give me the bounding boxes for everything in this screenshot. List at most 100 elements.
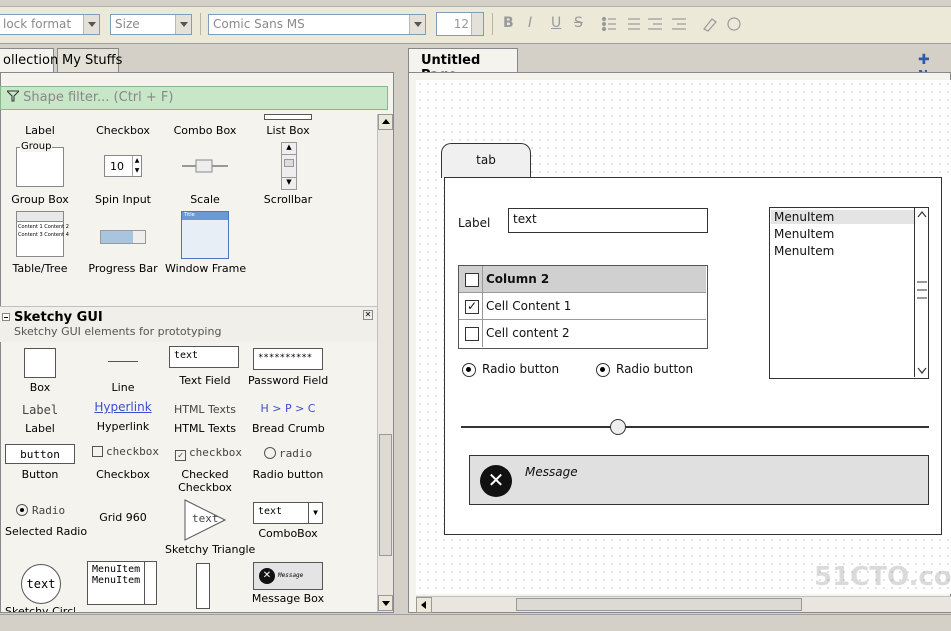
collapse-icon[interactable]: [2, 313, 10, 321]
tab-my-stuffs[interactable]: My Stuffs: [57, 48, 122, 72]
message-box-sample: Message: [278, 572, 304, 579]
italic-button[interactable]: I: [528, 15, 532, 31]
table-row[interactable]: Cell content 2: [459, 320, 706, 347]
sketchy-circle-shape[interactable]: text: [21, 564, 61, 604]
table-tree-shape[interactable]: Content 1 Content 2 Content 3 Content 4: [16, 211, 69, 257]
close-circle-icon: ✕: [259, 568, 275, 584]
window-frame-shape[interactable]: Title: [181, 211, 229, 259]
tab-untitled-page[interactable]: Untitled Page: [408, 48, 518, 83]
mock-radio-2[interactable]: Radio button: [596, 362, 716, 378]
sketchy-gui-section-header[interactable]: Sketchy GUI Sketchy GUI elements for pro…: [0, 306, 377, 342]
sketchy-radio-shape[interactable]: radio: [264, 447, 312, 460]
mock-label[interactable]: Label: [458, 216, 490, 230]
scrollbar-shape[interactable]: ▲ ▼: [281, 142, 297, 190]
shape-label-selected-radio: Selected Radio: [5, 525, 88, 538]
column-divider: [482, 266, 483, 347]
mock-radio-1[interactable]: Radio button: [462, 362, 582, 378]
scroll-thumb[interactable]: [516, 598, 802, 611]
close-icon[interactable]: ✕: [363, 310, 373, 320]
menu-list-scrollbar[interactable]: [914, 208, 928, 377]
sketchy-selected-radio-shape[interactable]: Radio: [16, 504, 65, 517]
section-title: Sketchy GUI: [14, 310, 103, 325]
table-cell: Content 1: [18, 224, 43, 230]
menu-item[interactable]: MenuItem: [774, 227, 834, 241]
scroll-down-icon[interactable]: [378, 595, 393, 611]
tab-collections[interactable]: ollections: [0, 48, 65, 72]
close-circle-icon[interactable]: ✕: [480, 465, 512, 497]
table-row[interactable]: ✓ Cell Content 1: [459, 293, 706, 320]
sketchy-button-shape[interactable]: button: [5, 444, 75, 464]
sketchy-password-field-shape[interactable]: **********: [253, 348, 323, 370]
shape-label-radio-button: Radio button: [252, 468, 324, 481]
font-value: Comic Sans MS: [213, 17, 305, 31]
shape-label-html-texts: HTML Texts: [173, 422, 237, 435]
mock-slider-track[interactable]: [461, 426, 929, 428]
shape-label-line: Line: [111, 381, 135, 394]
mock-text-value: text: [513, 212, 537, 226]
size-value: Size: [115, 17, 140, 31]
size-select[interactable]: Size: [110, 14, 192, 35]
font-size-spinner[interactable]: 12: [436, 12, 484, 36]
bold-button[interactable]: B: [503, 15, 514, 31]
checkbox-icon[interactable]: [465, 327, 479, 341]
menu-item[interactable]: MenuItem: [774, 244, 834, 258]
watermark: 51CTO.com: [814, 562, 951, 592]
radio-label: Radio button: [616, 362, 694, 376]
sketchy-line-shape[interactable]: [108, 361, 138, 362]
sketchy-label-sample[interactable]: Label: [10, 403, 70, 417]
shape-label-scale: Scale: [190, 193, 220, 206]
scale-shape[interactable]: [180, 155, 230, 177]
shape-label-grid-960[interactable]: Grid 960: [93, 511, 153, 524]
radio-selected-icon: [462, 363, 476, 377]
mock-right-scrollbar[interactable]: [941, 177, 951, 535]
mock-menu-list[interactable]: MenuItem MenuItem MenuItem: [769, 207, 929, 379]
sketchy-checked-checkbox-shape[interactable]: ✓ checkbox: [175, 446, 242, 461]
group-box-shape[interactable]: Group: [16, 141, 64, 187]
menu-item[interactable]: MenuItem: [771, 210, 915, 224]
sketchy-text-field-shape[interactable]: text: [169, 346, 239, 368]
scroll-arrows-icon: [917, 211, 927, 374]
sketchy-breadcrumb-sample[interactable]: H > P > C: [258, 402, 318, 415]
strikethrough-button[interactable]: S: [574, 15, 583, 31]
shape-label-scrollbar: Scrollbar: [263, 193, 313, 206]
table-cell: Cell content 2: [486, 326, 570, 340]
list-box-shape[interactable]: [264, 114, 312, 120]
sketchy-html-texts-sample[interactable]: HTML Texts: [170, 403, 240, 416]
checkmark-icon[interactable]: ✓: [465, 300, 479, 314]
spin-input-value: 10: [110, 160, 124, 173]
radio-selected-icon: [596, 363, 610, 377]
column-header: Column 2: [486, 272, 550, 286]
underline-button[interactable]: U: [551, 15, 561, 31]
shape-filter-input[interactable]: Shape filter... (Ctrl + F): [0, 86, 388, 110]
radio-label: Radio button: [482, 362, 560, 376]
toolbar-divider: [200, 13, 201, 35]
shape-label-box: Box: [29, 381, 51, 394]
sketchy-hyperlink-sample[interactable]: Hyperlink: [88, 400, 158, 414]
mock-table[interactable]: Column 2 ✓ Cell Content 1 Cell content 2: [458, 265, 708, 349]
mock-tab[interactable]: tab: [441, 143, 531, 178]
scroll-left-icon[interactable]: [416, 597, 432, 613]
mock-slider-knob[interactable]: [610, 419, 626, 435]
progress-bar-shape[interactable]: [100, 230, 146, 244]
spin-up-icon[interactable]: [471, 13, 483, 24]
gallery-scrollbar[interactable]: [377, 114, 393, 612]
sketchy-combobox-shape[interactable]: text ▼: [253, 502, 323, 524]
shape-label-hyperlink: Hyperlink: [96, 420, 150, 433]
sketchy-menu-list-shape[interactable]: MenuItem MenuItem: [87, 561, 157, 605]
scroll-thumb[interactable]: [379, 434, 392, 556]
sketchy-message-box-shape[interactable]: ✕ Message: [253, 562, 323, 590]
mock-message-box[interactable]: ✕ Message: [469, 455, 929, 505]
font-select[interactable]: Comic Sans MS: [208, 14, 426, 35]
scroll-up-icon[interactable]: [378, 114, 393, 130]
spin-down-icon[interactable]: [471, 24, 483, 35]
sketchy-box-shape[interactable]: [24, 348, 56, 378]
sketchy-checkbox-shape[interactable]: checkbox: [92, 445, 159, 458]
sketchy-vscroll-shape[interactable]: [196, 563, 210, 609]
mock-text-field[interactable]: text: [508, 208, 708, 233]
list-indent-icons[interactable]: [600, 16, 750, 32]
block-format-select[interactable]: lock format: [0, 14, 100, 35]
canvas-horizontal-scrollbar[interactable]: [416, 596, 951, 613]
checkbox-icon[interactable]: [465, 273, 479, 287]
triangle-sample: text: [192, 512, 219, 525]
spin-input-shape[interactable]: 10 ▲ ▼: [104, 155, 142, 177]
